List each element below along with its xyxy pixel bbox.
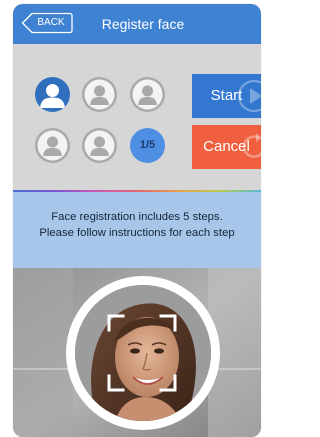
start-button-label: Start (210, 87, 243, 104)
instruction-line-2: Please follow instructions for each step (39, 227, 235, 239)
device-screen: BACK Register face 1/5 Start Cancel Face… (13, 4, 261, 437)
face-frame-corners-icon (107, 314, 177, 392)
steps-panel: 1/5 Start Cancel (13, 44, 261, 192)
step-3-person-icon (130, 77, 165, 112)
instruction-banner: Face registration includes 5 steps. Plea… (13, 192, 261, 268)
step-progress-badge: 1/5 (130, 128, 165, 163)
page-title: Register face (101, 16, 185, 32)
app-header: BACK Register face (13, 4, 261, 44)
step-1-person-icon (35, 77, 70, 112)
step-4-person-icon (35, 128, 70, 163)
camera-preview (13, 268, 261, 437)
step-5-person-icon (82, 128, 117, 163)
cancel-button[interactable]: Cancel (192, 125, 261, 169)
instruction-line-1: Face registration includes 5 steps. (51, 211, 223, 223)
cancel-button-label: Cancel (203, 138, 250, 155)
step-progress-label: 1/5 (139, 139, 156, 151)
step-2-person-icon (82, 77, 117, 112)
start-button[interactable]: Start (192, 74, 261, 118)
